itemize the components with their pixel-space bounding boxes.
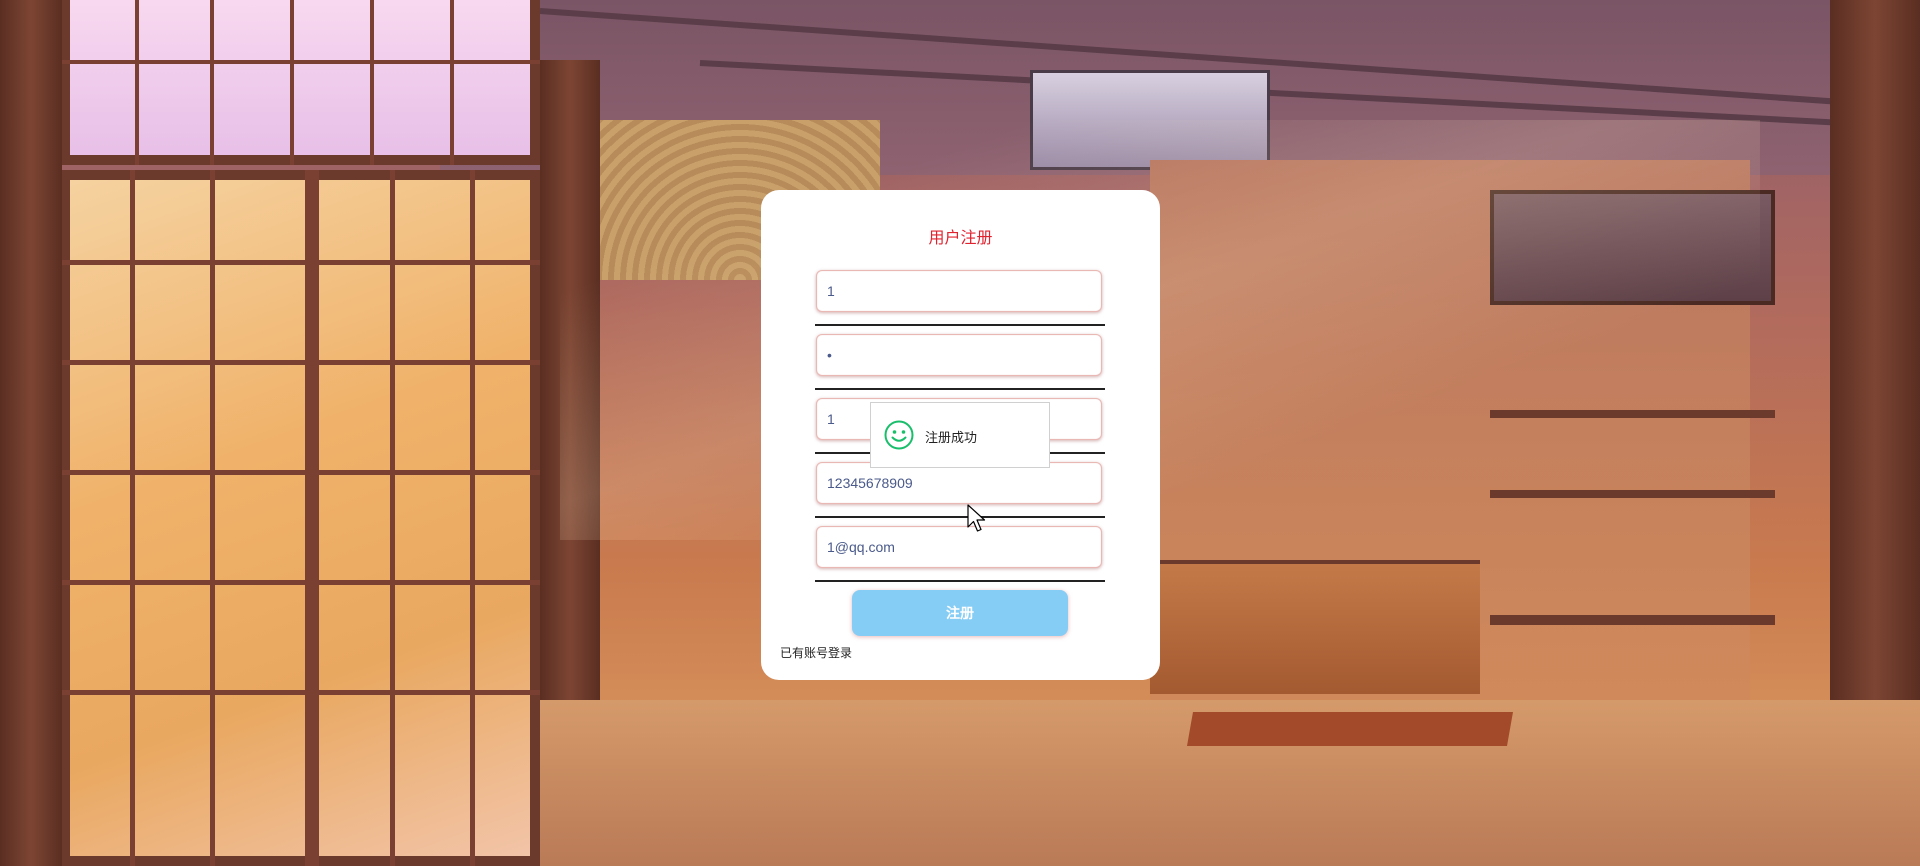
- field-underline: [815, 388, 1105, 390]
- login-link[interactable]: 已有账号登录: [780, 644, 852, 661]
- window-frame: [135, 0, 139, 165]
- window-frame: [130, 170, 135, 866]
- window-frame: [60, 690, 540, 695]
- window-frame: [370, 0, 374, 165]
- field-underline: [815, 516, 1105, 518]
- window-frame: [60, 260, 540, 265]
- drawers: [1150, 560, 1480, 694]
- email-field-wrap: [815, 526, 1105, 582]
- light-ray: [560, 120, 1760, 540]
- window-frame: [60, 470, 540, 475]
- upper-window: [60, 0, 540, 165]
- toast-message: 注册成功: [925, 431, 978, 446]
- shelf: [1490, 615, 1775, 625]
- username-field-wrap: [815, 270, 1105, 326]
- mouse-cursor-icon: [967, 504, 987, 534]
- card-title: 用户注册: [928, 228, 993, 247]
- field-underline: [815, 324, 1105, 326]
- username-input[interactable]: [816, 270, 1102, 312]
- window-frame: [390, 170, 395, 866]
- low-table: [1187, 712, 1513, 746]
- window-frame: [305, 170, 319, 866]
- password-field-wrap: [815, 334, 1105, 390]
- register-button[interactable]: 注册: [852, 590, 1068, 636]
- window-frame: [60, 360, 540, 365]
- phone-input[interactable]: [816, 462, 1102, 504]
- pillar: [0, 0, 62, 866]
- password-input[interactable]: [816, 334, 1102, 376]
- email-input[interactable]: [816, 526, 1102, 568]
- window-frame: [290, 0, 294, 165]
- window-frame: [60, 60, 540, 64]
- phone-field-wrap: [815, 462, 1105, 518]
- success-toast: 注册成功: [870, 402, 1050, 468]
- smile-icon: [883, 419, 915, 451]
- field-underline: [815, 580, 1105, 582]
- window-frame: [470, 170, 475, 866]
- window-frame: [450, 0, 454, 165]
- window-frame: [210, 0, 214, 165]
- window-frame: [210, 170, 215, 866]
- window-frame: [60, 580, 540, 585]
